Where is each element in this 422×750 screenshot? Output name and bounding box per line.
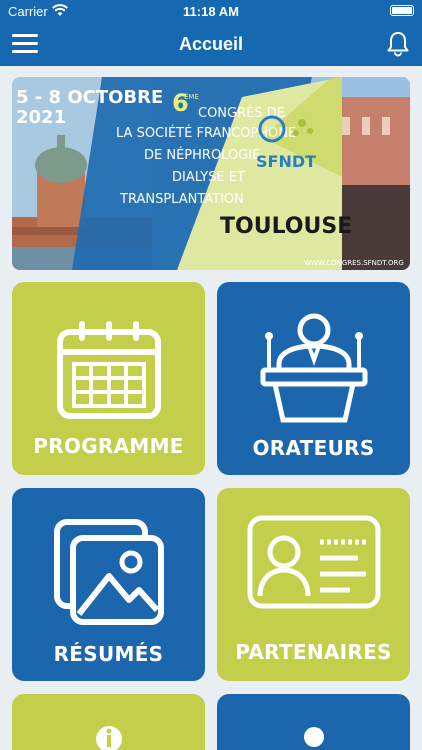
clock: 11:18 AM [183,4,239,19]
banner-title-line: LA SOCIÉTÉ FRANCOPHONE [116,125,296,141]
congress-banner[interactable]: 5 - 8 OCTOBRE 2021 6 ÈME CONGRÈS DE LA S… [12,77,410,270]
banner-title-line: CONGRÈS DE [198,105,285,121]
orateurs-tile[interactable]: ORATEURS [217,282,410,475]
speaker-podium-icon [259,308,369,429]
banner-title-line: DIALYSE ET [172,170,245,185]
banner-title-line: DE NÉPHROLOGIE, [144,147,264,163]
calendar-icon [54,320,164,425]
status-bar: Carrier 11:18 AM [0,0,422,22]
notification-bell-icon[interactable] [384,30,412,58]
programme-label: PROGRAMME [33,434,184,458]
banner-edition-sup: ÈME [184,92,199,101]
id-card-icon [246,514,382,615]
partenaires-tile[interactable]: PARTENAIRES [217,488,410,681]
image-gallery-icon [53,518,165,633]
more-tile[interactable] [217,694,410,750]
programme-tile[interactable]: PROGRAMME [12,282,205,475]
banner-title-line: TRANSPLANTATION [119,192,244,207]
battery-icon [390,5,414,16]
page-title: Accueil [178,34,244,54]
info-icon [94,724,124,750]
orateurs-label: ORATEURS [252,436,375,460]
partenaires-label: PARTENAIRES [235,640,392,664]
banner-logo-text: SFNDT [256,152,316,171]
dot-icon [303,726,325,750]
banner-url: WWW.CONGRES.SFNDT.ORG [304,259,404,267]
nav-bar: Accueil [0,22,422,66]
resumes-tile[interactable]: RÉSUMÉS [12,488,205,681]
banner-dates: 5 - 8 OCTOBRE [16,87,163,108]
banner-city: TOULOUSE [220,214,352,239]
resumes-label: RÉSUMÉS [53,642,164,666]
banner-year: 2021 [16,107,66,128]
more-tile[interactable] [12,694,205,750]
